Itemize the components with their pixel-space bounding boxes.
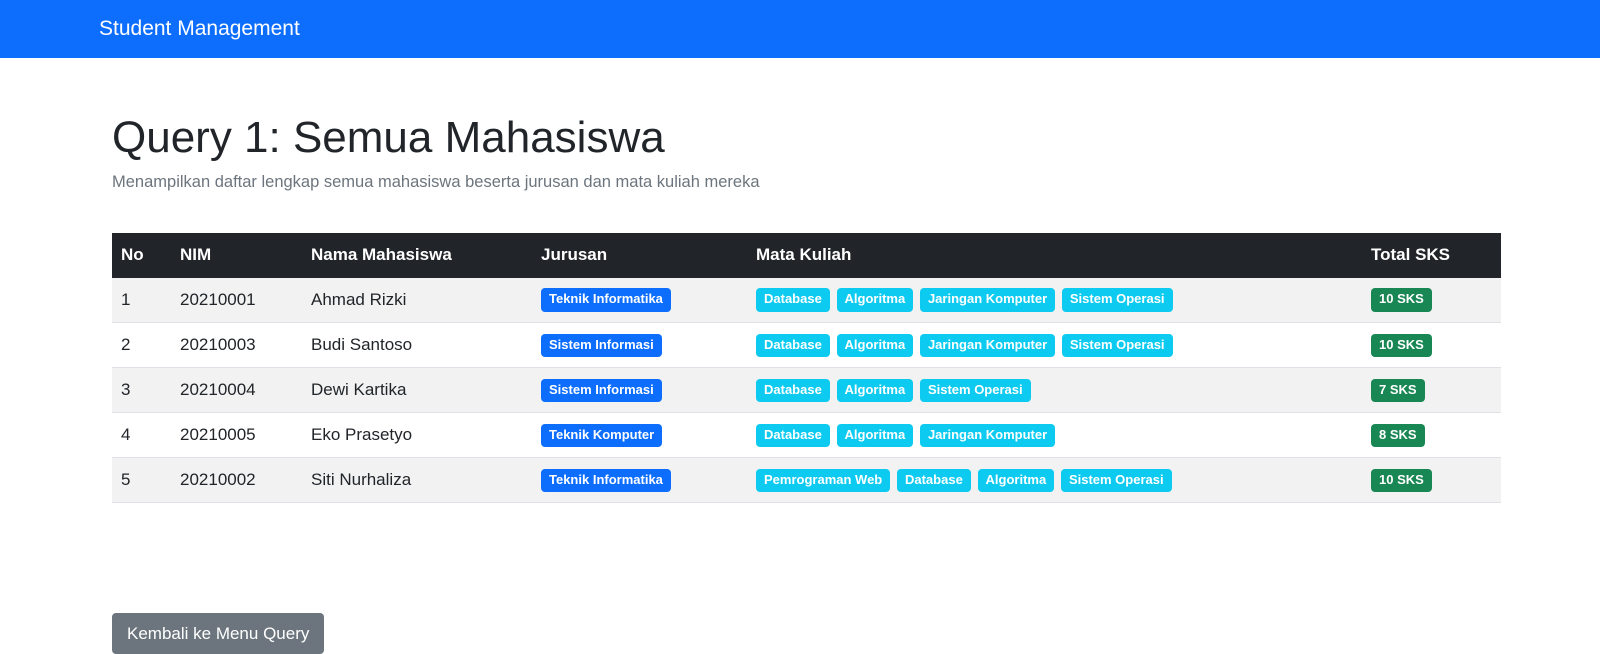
page-title: Query 1: Semua Mahasiswa [112,113,665,162]
course-badge: Database [756,288,830,312]
cell-total-sks: 10 SKS [1362,323,1501,368]
course-badge: Database [756,378,830,402]
cell-no: 4 [121,425,131,445]
column-header-nim: NIM [180,245,212,265]
cell-total-sks: 10 SKS [1362,458,1501,503]
jurusan-badge: Teknik Komputer [541,423,663,447]
table-header: No NIM Nama Mahasiswa Jurusan Mata Kulia… [112,232,1501,278]
course-badge: Sistem Operasi [919,378,1031,402]
jurusan-badge: Sistem Informasi [541,378,662,402]
course-badge: Algoritma [836,333,914,357]
course-badge: Jaringan Komputer [919,423,1056,447]
cell-jurusan: Sistem Informasi [532,323,747,368]
main-container: Query 1: Semua Mahasiswa Menampilkan daf… [112,58,1501,654]
cell-nama: Budi Santoso [311,335,413,355]
students-table: No NIM Nama Mahasiswa Jurusan Mata Kulia… [112,232,1501,504]
sks-badge: 10 SKS [1371,468,1432,492]
course-badge: Database [756,333,830,357]
table-row: 5 20210002 Siti Nurhaliza Teknik Informa… [112,457,1501,503]
sks-badge: 10 SKS [1371,333,1432,357]
cell-nama: Eko Prasetyo [311,425,413,445]
course-badge: Algoritma [836,378,914,402]
course-badge: Sistem Operasi [1061,288,1173,312]
sks-badge: 10 SKS [1371,288,1432,312]
cell-total-sks: 8 SKS [1362,413,1501,458]
column-header-total-sks: Total SKS [1371,245,1451,265]
cell-no: 1 [121,290,131,310]
course-badge: Sistem Operasi [1060,468,1172,492]
column-header-no: No [121,245,144,265]
cell-total-sks: 10 SKS [1362,278,1501,323]
cell-jurusan: Teknik Komputer [532,413,747,458]
course-badge: Pemrograman Web [756,468,891,492]
course-badge: Jaringan Komputer [919,333,1056,357]
table-row: 4 20210005 Eko Prasetyo Teknik Komputer … [112,412,1501,458]
jurusan-badge: Teknik Informatika [541,288,671,312]
course-badge: Sistem Operasi [1061,333,1173,357]
cell-nama: Siti Nurhaliza [311,470,412,490]
course-badge: Database [896,468,971,492]
table-row: 2 20210003 Budi Santoso Sistem Informasi… [112,322,1501,368]
jurusan-badge: Sistem Informasi [541,333,662,357]
cell-jurusan: Sistem Informasi [532,368,747,413]
course-badge: Database [756,423,830,447]
navbar-brand[interactable]: Student Management [99,17,300,41]
course-badge: Algoritma [836,423,914,447]
cell-mata-kuliah: Pemrograman Web Database Algoritma Siste… [747,458,1362,503]
table-row: 1 20210001 Ahmad Rizki Teknik Informatik… [112,277,1501,323]
cell-nama: Ahmad Rizki [311,290,407,310]
column-header-jurusan: Jurusan [541,245,608,265]
cell-total-sks: 7 SKS [1362,368,1501,413]
cell-nim: 20210001 [180,290,256,310]
cell-no: 3 [121,380,131,400]
course-badge: Algoritma [977,468,1055,492]
table-body: 1 20210001 Ahmad Rizki Teknik Informatik… [112,277,1501,503]
cell-mata-kuliah: Database Algoritma Jaringan Komputer Sis… [747,323,1362,368]
cell-nim: 20210002 [180,470,256,490]
sks-badge: 8 SKS [1371,423,1425,447]
page-subtitle: Menampilkan daftar lengkap semua mahasis… [112,172,760,191]
navbar: Student Management [0,0,1600,58]
cell-nim: 20210004 [180,380,256,400]
cell-nim: 20210003 [180,335,256,355]
cell-jurusan: Teknik Informatika [532,458,747,503]
cell-jurusan: Teknik Informatika [532,278,747,323]
column-header-nama: Nama Mahasiswa [311,245,452,265]
column-header-mata-kuliah: Mata Kuliah [756,245,852,265]
cell-nama: Dewi Kartika [311,380,407,400]
course-badge: Jaringan Komputer [919,288,1056,312]
cell-no: 2 [121,335,131,355]
cell-nim: 20210005 [180,425,256,445]
sks-badge: 7 SKS [1371,378,1425,402]
cell-mata-kuliah: Database Algoritma Jaringan Komputer Sis… [747,278,1362,323]
back-to-query-menu-button[interactable]: Kembali ke Menu Query [112,613,325,654]
cell-mata-kuliah: Database Algoritma Jaringan Komputer [747,413,1362,458]
course-badge: Algoritma [836,288,914,312]
table-row: 3 20210004 Dewi Kartika Sistem Informasi… [112,367,1501,413]
cell-mata-kuliah: Database Algoritma Sistem Operasi [747,368,1362,413]
cell-no: 5 [121,470,131,490]
jurusan-badge: Teknik Informatika [541,468,671,492]
